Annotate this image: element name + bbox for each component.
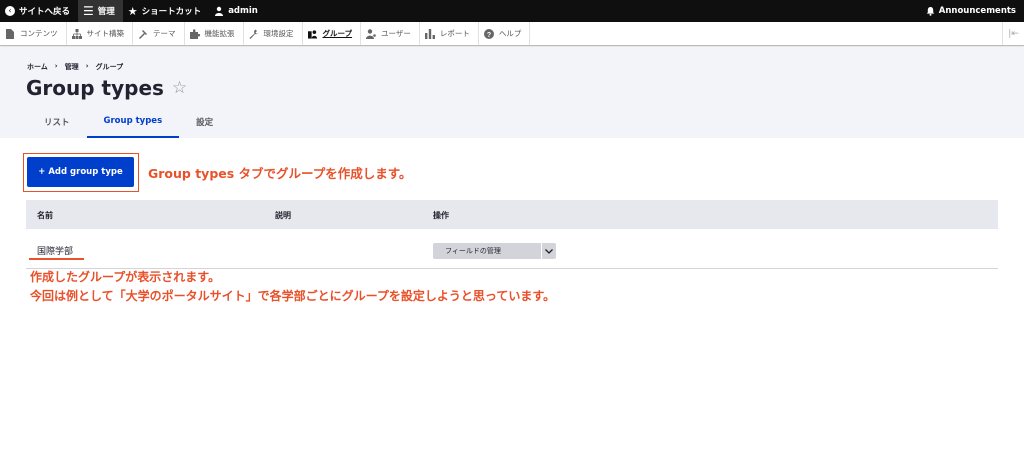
admin-menu-tray: コンテンツ サイト構築 テーマ 機能拡張 環境設定 グループ ユーザー レポート… [0, 22, 1024, 46]
dropbutton-toggle[interactable] [541, 243, 556, 259]
annotation-line: 作成したグループが表示されます。 [30, 270, 221, 284]
bar-chart-icon [424, 28, 435, 39]
manage-fields-button[interactable]: フィールドの管理 [433, 243, 541, 259]
collapse-tray-toggle[interactable]: |⇤ [1002, 22, 1024, 45]
chevron-down-icon [545, 247, 553, 256]
table-header: 名前 説明 操作 [26, 200, 998, 229]
user-icon [214, 6, 224, 16]
tray-item-extend[interactable]: 機能拡張 [185, 22, 244, 45]
announcements-label: Announcements [938, 6, 1016, 16]
annotation-underline [29, 258, 84, 260]
breadcrumb-home[interactable]: ホーム [27, 62, 48, 72]
tray-item-label: グループ [322, 29, 353, 38]
user-tab[interactable]: admin [209, 0, 266, 22]
tab-group-types[interactable]: Group types [86, 116, 180, 138]
back-arrow-icon: ‹ [5, 6, 15, 16]
tab-list[interactable]: リスト [27, 116, 87, 138]
breadcrumb-separator: › [85, 62, 89, 70]
back-to-site-link[interactable]: ‹ サイトへ戻る [0, 0, 78, 22]
shortcuts-label: ショートカット [141, 7, 202, 17]
tray-item-label: サイト構築 [86, 29, 125, 38]
annotation-text: Group types タブでグループを作成します。 [148, 166, 412, 181]
tray-item-group[interactable]: グループ [303, 22, 362, 45]
wrench-icon [249, 29, 259, 39]
star-icon: ★ [127, 4, 138, 18]
breadcrumb-admin[interactable]: 管理 [65, 62, 79, 72]
tab-settings[interactable]: 設定 [179, 116, 230, 138]
table-row: 国際学部 フィールドの管理 [26, 229, 998, 269]
operations-dropbutton: フィールドの管理 [433, 243, 556, 259]
column-header-name: 名前 [37, 211, 53, 220]
svg-text:?: ? [487, 32, 491, 39]
tray-item-label: テーマ [153, 29, 176, 38]
annotation-text-block: 作成したグループが表示されます。 今回は例として「大学のポータルサイト」で各学部… [30, 268, 555, 306]
paint-roller-icon [138, 29, 148, 39]
tray-item-config[interactable]: 環境設定 [244, 22, 303, 45]
group-type-name: 国際学部 [37, 247, 74, 257]
tray-item-reports[interactable]: レポート [420, 22, 479, 45]
collapse-arrow-icon: |⇤ [1008, 28, 1019, 39]
annotation-highlight-box: + Add group type [23, 153, 139, 192]
help-icon: ? [483, 28, 494, 39]
document-icon [5, 28, 15, 39]
breadcrumb: ホーム › 管理 › グループ [27, 62, 123, 72]
group-icon [307, 29, 318, 39]
column-header-description: 説明 [275, 211, 291, 220]
tray-item-people[interactable]: ユーザー [361, 22, 420, 45]
shortcuts-tab[interactable]: ★ ショートカット [123, 0, 209, 22]
tray-item-label: レポート [439, 29, 470, 38]
user-icon [366, 28, 376, 39]
tray-item-help[interactable]: ? ヘルプ [479, 22, 531, 45]
tray-item-structure[interactable]: サイト構築 [67, 22, 133, 45]
manage-tab[interactable]: ☰ 管理 [78, 0, 123, 22]
tray-item-label: 環境設定 [263, 29, 294, 38]
tray-item-label: ユーザー [381, 29, 411, 38]
add-group-type-button[interactable]: + Add group type [27, 157, 134, 187]
tray-item-label: 機能拡張 [204, 29, 235, 38]
page-header: ホーム › 管理 › グループ Group types ☆ リスト Group … [0, 47, 1024, 138]
primary-tabs: リスト Group types 設定 [27, 116, 230, 138]
breadcrumb-separator: › [54, 62, 58, 70]
breadcrumb-group[interactable]: グループ [96, 62, 124, 72]
announcements-tab[interactable]: Announcements [921, 0, 1024, 22]
page-title: Group types ☆ [26, 76, 187, 100]
bell-icon [926, 6, 935, 16]
hamburger-icon: ☰ [83, 4, 94, 18]
admin-toolbar: ‹ サイトへ戻る ☰ 管理 ★ ショートカット admin Announceme… [0, 0, 1024, 22]
puzzle-icon [189, 28, 200, 39]
column-header-operations: 操作 [433, 211, 449, 220]
tray-item-content[interactable]: コンテンツ [0, 22, 67, 45]
back-to-site-label: サイトへ戻る [19, 7, 71, 17]
page-title-text: Group types [26, 76, 164, 100]
annotation-line: 今回は例として「大学のポータルサイト」で各学部ごとにグループを設定しようと思って… [30, 289, 556, 303]
user-label: admin [228, 6, 258, 16]
tray-item-label: ヘルプ [498, 29, 522, 38]
favorite-star-icon[interactable]: ☆ [172, 78, 187, 98]
tray-item-label: コンテンツ [20, 29, 58, 38]
sitemap-icon [71, 28, 82, 39]
manage-label: 管理 [97, 7, 115, 17]
tray-item-appearance[interactable]: テーマ [133, 22, 185, 45]
